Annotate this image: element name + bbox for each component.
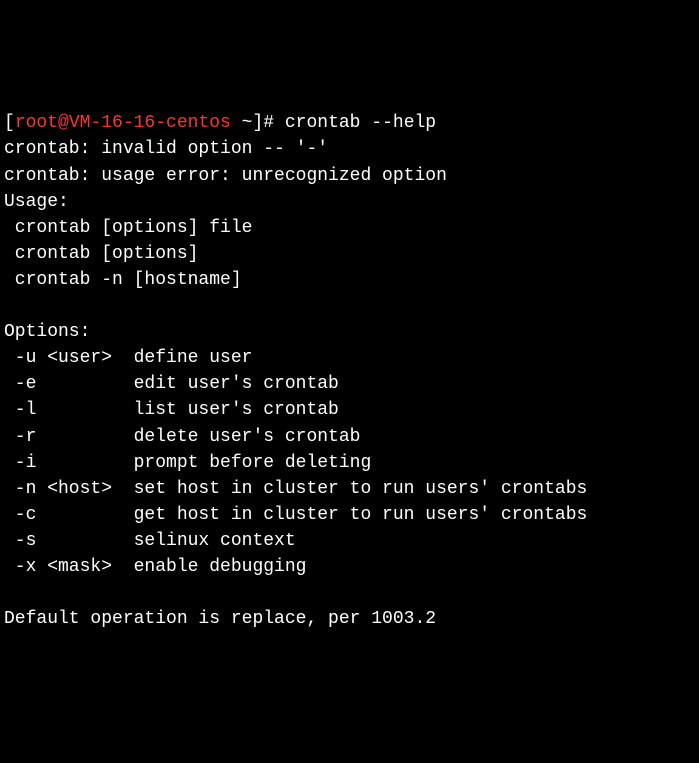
option-u: -u <user> define user bbox=[4, 348, 252, 368]
option-i: -i prompt before deleting bbox=[4, 453, 371, 473]
usage-line-1: crontab [options] file bbox=[4, 218, 252, 238]
usage-line-2: crontab [options] bbox=[4, 244, 198, 264]
error-line-1: crontab: invalid option -- '-' bbox=[4, 139, 328, 159]
option-e: -e edit user's crontab bbox=[4, 374, 339, 394]
option-c: -c get host in cluster to run users' cro… bbox=[4, 505, 587, 525]
option-l: -l list user's crontab bbox=[4, 400, 339, 420]
command-input[interactable]: crontab --help bbox=[285, 113, 436, 133]
option-s: -s selinux context bbox=[4, 531, 296, 551]
option-x: -x <mask> enable debugging bbox=[4, 557, 306, 577]
prompt-userhost: root@VM-16-16-centos bbox=[15, 113, 231, 133]
prompt-close: ]# bbox=[252, 113, 284, 133]
usage-line-3: crontab -n [hostname] bbox=[4, 270, 242, 290]
error-line-2: crontab: usage error: unrecognized optio… bbox=[4, 166, 447, 186]
prompt-path: ~ bbox=[231, 113, 253, 133]
usage-header: Usage: bbox=[4, 192, 69, 212]
options-header: Options: bbox=[4, 322, 90, 342]
prompt-open: [ bbox=[4, 113, 15, 133]
option-r: -r delete user's crontab bbox=[4, 427, 360, 447]
option-n: -n <host> set host in cluster to run use… bbox=[4, 479, 587, 499]
terminal-output: [root@VM-16-16-centos ~]# crontab --help… bbox=[4, 110, 699, 632]
default-operation: Default operation is replace, per 1003.2 bbox=[4, 609, 436, 629]
